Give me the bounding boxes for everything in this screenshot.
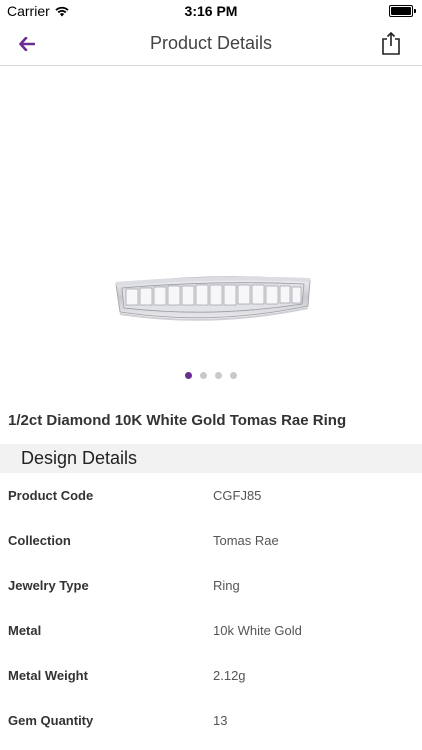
share-button[interactable] [380,30,402,56]
back-button[interactable] [14,32,40,56]
detail-row-gem-quantity: Gem Quantity 13 [0,698,422,743]
detail-row-metal: Metal 10k White Gold [0,608,422,653]
detail-row-metal-weight: Metal Weight 2.12g [0,653,422,698]
detail-value: Tomas Rae [213,533,279,548]
detail-value: CGFJ85 [213,488,262,503]
back-arrow-icon [19,37,35,51]
pager-dot-2[interactable] [200,372,207,379]
pager-dot-3[interactable] [215,372,222,379]
detail-value: 2.12g [213,668,246,683]
design-details-list: Product Code CGFJ85 Collection Tomas Rae… [0,473,422,743]
section-header-design-details: Design Details [0,444,422,473]
detail-row-collection: Collection Tomas Rae [0,518,422,563]
status-bar: Carrier 3:16 PM [0,0,422,22]
product-image-carousel[interactable] [0,66,422,366]
ring-product-image [115,276,311,321]
product-title: 1/2ct Diamond 10K White Gold Tomas Rae R… [8,412,347,429]
detail-label: Metal [8,623,42,638]
pager-dot-4[interactable] [230,372,237,379]
detail-label: Jewelry Type [8,578,89,593]
nav-bar: Product Details [0,22,422,66]
status-time: 3:16 PM [184,3,238,19]
detail-value: 13 [213,713,228,728]
detail-label: Collection [8,533,71,548]
detail-row-jewelry-type: Jewelry Type Ring [0,563,422,608]
detail-label: Gem Quantity [8,713,94,728]
detail-value: 10k White Gold [213,623,302,638]
image-pager[interactable] [0,372,422,379]
detail-row-product-code: Product Code CGFJ85 [0,473,422,518]
detail-label: Product Code [8,488,94,503]
pager-dot-1[interactable] [185,372,192,379]
share-icon [382,31,400,55]
detail-value: Ring [213,578,240,593]
section-header-label: Design Details [21,448,138,468]
page-title: Product Details [149,33,273,53]
detail-label: Metal Weight [8,668,88,683]
